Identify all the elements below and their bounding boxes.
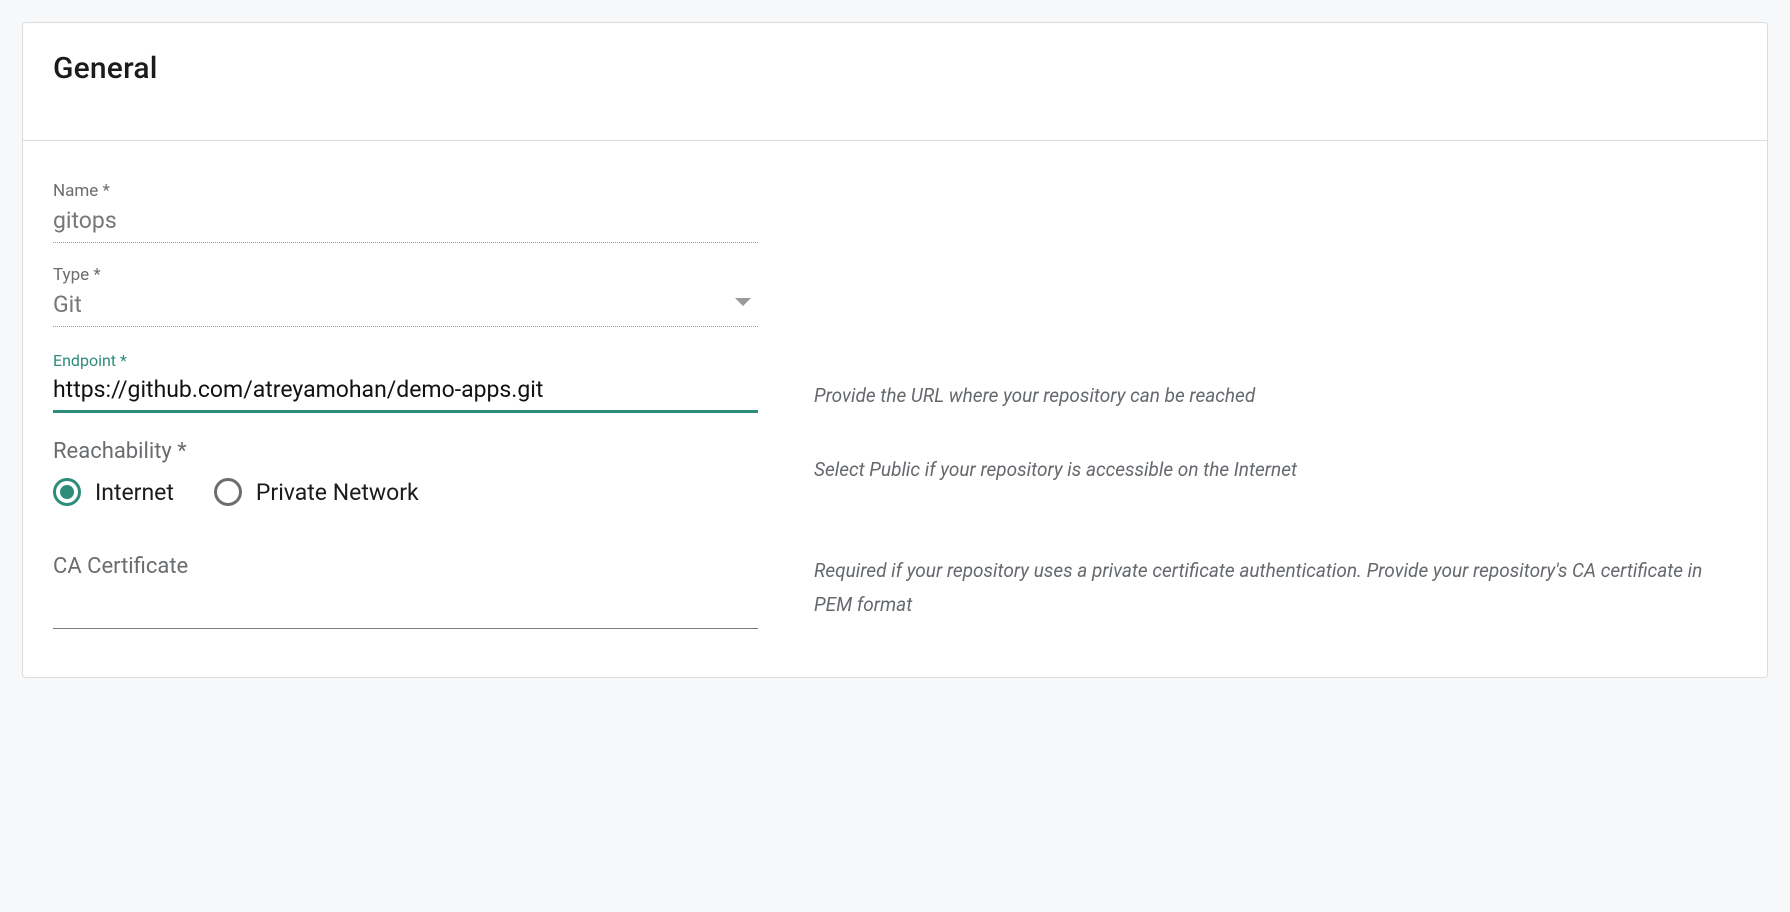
ca-help: Required if your repository uses a priva… <box>814 554 1737 622</box>
radio-private-network[interactable]: Private Network <box>214 478 419 506</box>
type-select-value[interactable] <box>53 287 758 327</box>
row-type: Type * <box>53 265 1737 327</box>
endpoint-label: Endpoint * <box>53 351 758 370</box>
radio-private-label: Private Network <box>256 479 419 506</box>
endpoint-help: Provide the URL where your repository ca… <box>814 351 1737 413</box>
name-label: Name * <box>53 181 758 201</box>
section-title: General <box>53 51 1737 86</box>
card-header: General <box>23 23 1767 141</box>
reachability-help: Select Public if your repository is acce… <box>814 439 1737 487</box>
row-reachability: Reachability * Internet Private Network … <box>53 439 1737 506</box>
type-select[interactable] <box>53 287 758 327</box>
name-input[interactable] <box>53 203 758 243</box>
radio-internet[interactable]: Internet <box>53 478 174 506</box>
reachability-radio-group: Internet Private Network <box>53 478 758 506</box>
row-name: Name * <box>53 181 1737 243</box>
reachability-label: Reachability * <box>53 439 758 464</box>
ca-input[interactable] <box>53 587 758 629</box>
radio-internet-label: Internet <box>95 479 174 506</box>
type-label: Type * <box>53 265 758 285</box>
general-card: General Name * Type * <box>22 22 1768 678</box>
radio-unchecked-icon <box>214 478 242 506</box>
endpoint-input[interactable] <box>53 372 758 413</box>
radio-checked-icon <box>53 478 81 506</box>
ca-label: CA Certificate <box>53 554 758 579</box>
row-ca: CA Certificate Required if your reposito… <box>53 554 1737 629</box>
card-body: Name * Type * Endpoint * Prov <box>23 141 1767 677</box>
row-endpoint: Endpoint * Provide the URL where your re… <box>53 351 1737 413</box>
